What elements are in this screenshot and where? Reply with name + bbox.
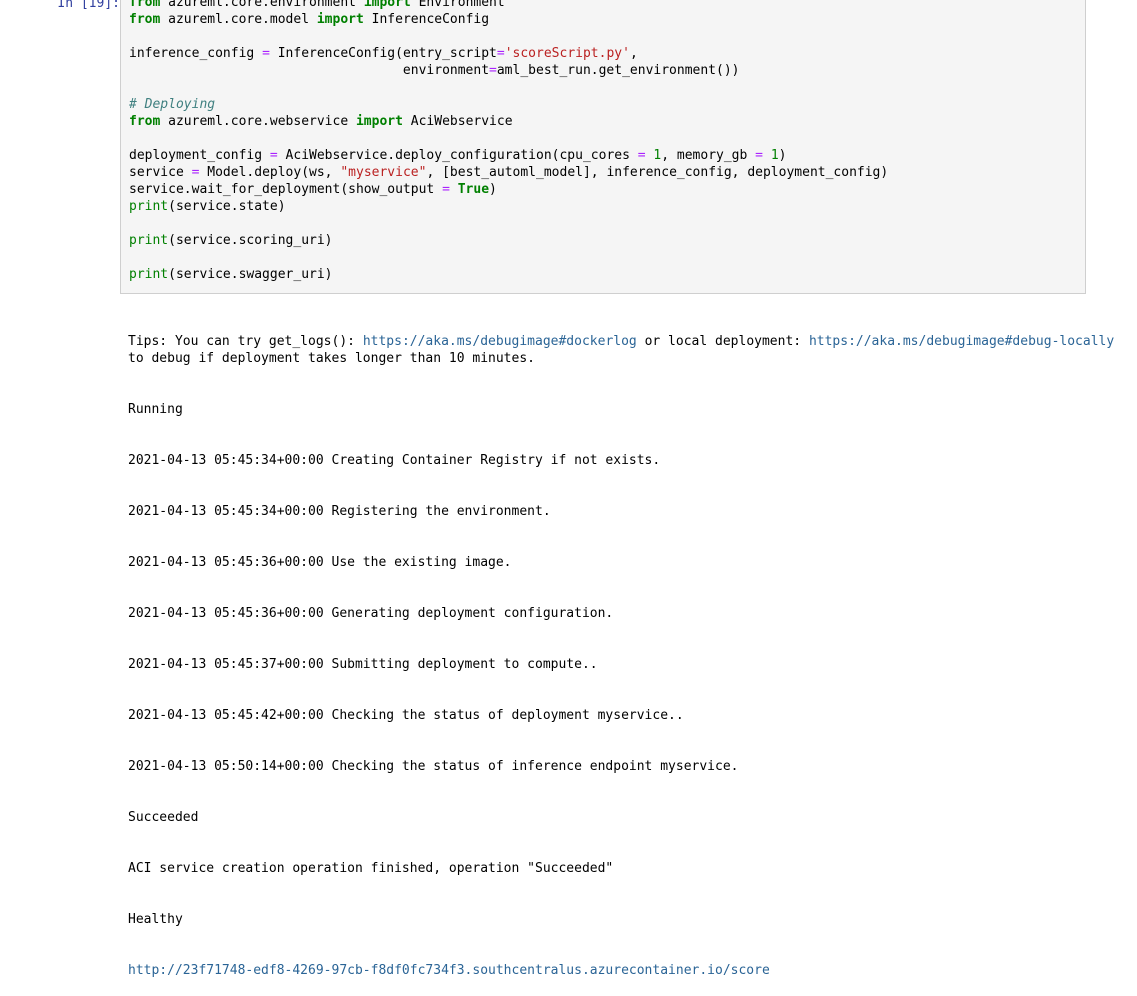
- code-line: from azureml.core.webservice import AciW…: [129, 113, 888, 130]
- code-token-kw: from: [129, 114, 161, 129]
- code-token: Environment: [410, 0, 505, 10]
- code-line: print(service.scoring_uri): [129, 232, 888, 249]
- tips-line: Tips: You can try get_logs(): https://ak…: [128, 333, 1118, 367]
- log-line: 2021-04-13 05:45:34+00:00 Registering th…: [128, 504, 551, 519]
- code-token: environment: [129, 63, 490, 78]
- state-line: Succeeded: [128, 810, 199, 825]
- code-token: (service.state): [168, 199, 286, 214]
- code-token-bi: print: [129, 199, 169, 214]
- code-token-kw: from: [129, 0, 161, 10]
- dockerlog-link[interactable]: https://aka.ms/debugimage#dockerlog: [363, 334, 637, 349]
- health-line: Healthy: [128, 912, 183, 927]
- code-token: (service.scoring_uri): [168, 233, 333, 248]
- code-token-op: =: [269, 148, 278, 163]
- cell-prompt: In [19]:: [57, 0, 120, 11]
- code-line: service = Model.deploy(ws, "myservice", …: [129, 164, 888, 181]
- code-token: (service.swagger_uri): [168, 267, 333, 282]
- code-token-op: =: [496, 46, 505, 61]
- code-token-op: =: [262, 46, 270, 61]
- code-cell-input[interactable]: from azureml.core.environment import Env…: [120, 0, 1086, 294]
- code-token: aml_best_run.get_environment()): [496, 63, 740, 78]
- code-token: Model.deploy(ws,: [199, 165, 341, 180]
- code-token-com: # Deploying: [129, 97, 216, 112]
- log-line: 2021-04-13 05:45:42+00:00 Checking the s…: [128, 708, 684, 723]
- code-line: environment=aml_best_run.get_environment…: [129, 62, 888, 79]
- code-token-bi: print: [129, 267, 169, 282]
- log-line: 2021-04-13 05:50:14+00:00 Checking the s…: [128, 759, 739, 774]
- tips-prefix: Tips: You can try get_logs():: [128, 334, 363, 349]
- code-line: from azureml.core.model import Inference…: [129, 11, 888, 28]
- code-token-str: 'scoreScript.py': [504, 46, 630, 61]
- log-line: 2021-04-13 05:45:36+00:00 Generating dep…: [128, 606, 614, 621]
- code-token-kw: import: [363, 0, 411, 10]
- code-token-kw: True: [457, 182, 490, 197]
- code-token: service: [129, 165, 192, 180]
- debug-locally-link[interactable]: https://aka.ms/debugimage#debug-locally: [809, 334, 1114, 349]
- code-line: inference_config = InferenceConfig(entry…: [129, 45, 888, 62]
- code-token: inference_config: [129, 46, 263, 61]
- code-token: InferenceConfig(entry_script: [269, 46, 497, 61]
- code-token: AciWebservice: [402, 114, 513, 129]
- code-line: service.wait_for_deployment(show_output …: [129, 181, 888, 198]
- code-line: print(service.state): [129, 198, 888, 215]
- cell-output: Tips: You can try get_logs(): https://ak…: [128, 299, 1118, 996]
- code-token-kw: import: [355, 114, 403, 129]
- code-token: , memory_gb: [661, 148, 756, 163]
- code-token: service.wait_for_deployment(show_output: [129, 182, 443, 197]
- scoring-uri-link[interactable]: http://23f71748-edf8-4269-97cb-f8df0fc73…: [128, 962, 1118, 979]
- code-line: from azureml.core.environment import Env…: [129, 0, 888, 11]
- code-token: ,: [629, 46, 638, 61]
- code-token: InferenceConfig: [363, 12, 490, 27]
- code-line: # Deploying: [129, 96, 888, 113]
- code-token-kw: import: [316, 12, 364, 27]
- code-token: azureml.core.model: [160, 12, 317, 27]
- log-line: ACI service creation operation finished,…: [128, 861, 614, 876]
- code-token-num: 1: [770, 148, 779, 163]
- tips-mid: or local deployment:: [636, 334, 809, 349]
- code-token-op: =: [489, 63, 497, 78]
- log-line: 2021-04-13 05:45:36+00:00 Use the existi…: [128, 555, 512, 570]
- code-token: azureml.core.webservice: [160, 114, 356, 129]
- code-token: ): [489, 182, 497, 197]
- code-token-op: =: [755, 148, 763, 163]
- code-token: ): [778, 148, 787, 163]
- code-token: , [best_automl_model], inference_config,…: [426, 165, 889, 180]
- code-token: deployment_config: [129, 148, 270, 163]
- code-token-op: =: [442, 182, 450, 197]
- code-token-kw: from: [129, 12, 161, 27]
- code-token: azureml.core.environment: [160, 0, 364, 10]
- code-token: AciWebservice.deploy_configuration(cpu_c…: [277, 148, 638, 163]
- code-token-op: =: [637, 148, 646, 163]
- code-token-str: "myservice": [340, 165, 427, 180]
- log-line: 2021-04-13 05:45:34+00:00 Creating Conta…: [128, 453, 661, 468]
- code-line: deployment_config = AciWebservice.deploy…: [129, 147, 888, 164]
- code-editor[interactable]: from azureml.core.environment import Env…: [129, 0, 888, 283]
- code-line: print(service.swagger_uri): [129, 266, 888, 283]
- code-token-bi: print: [129, 233, 169, 248]
- log-line: Running: [128, 402, 183, 417]
- log-line: 2021-04-13 05:45:37+00:00 Submitting dep…: [128, 657, 598, 672]
